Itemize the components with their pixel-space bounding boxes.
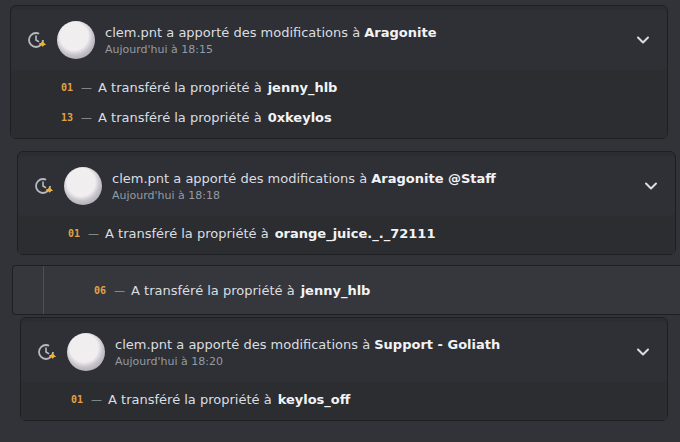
user-avatar[interactable] — [57, 21, 95, 59]
change-row: 01 — A transféré la propriété à jenny_hl… — [11, 72, 667, 102]
chevron-down-icon[interactable] — [633, 30, 653, 50]
entry-time: Aujourd'hui à 18:20 — [115, 355, 633, 368]
audit-entry: clem.pnt a apporté des modifications à A… — [10, 5, 668, 139]
audit-log: clem.pnt a apporté des modifications à A… — [0, 0, 680, 442]
entry-title: clem.pnt a apporté des modifications à A… — [112, 170, 641, 187]
entry-header[interactable]: clem.pnt a apporté des modifications à A… — [11, 10, 667, 70]
entry-header[interactable]: clem.pnt a apporté des modifications à S… — [21, 322, 667, 382]
target-name: Aragonite — [364, 25, 436, 40]
update-icon — [37, 342, 57, 362]
update-icon — [34, 176, 54, 196]
entry-title: clem.pnt a apporté des modifications à A… — [105, 24, 633, 41]
chevron-down-icon[interactable] — [641, 176, 661, 196]
entry-time: Aujourd'hui à 18:15 — [105, 43, 633, 56]
entry-header[interactable]: clem.pnt a apporté des modifications à A… — [18, 156, 675, 216]
target-name: Support - Goliath — [374, 337, 500, 352]
chevron-down-icon[interactable] — [633, 342, 653, 362]
user-name[interactable]: clem.pnt — [115, 337, 172, 352]
update-icon — [27, 30, 47, 50]
change-row: 13 — A transféré la propriété à 0xkeylos — [11, 102, 667, 132]
audit-entry: clem.pnt a apporté des modifications à S… — [20, 317, 668, 421]
target-name: Aragonite @Staff — [371, 171, 496, 186]
user-name[interactable]: clem.pnt — [112, 171, 169, 186]
audit-entry: clem.pnt a apporté des modifications à A… — [17, 151, 676, 255]
user-avatar[interactable] — [64, 167, 102, 205]
entry-title: clem.pnt a apporté des modifications à S… — [115, 336, 633, 353]
user-name[interactable]: clem.pnt — [105, 25, 162, 40]
change-row: 06 — A transféré la propriété à jenny_hl… — [44, 275, 370, 305]
change-strip: 06 — A transféré la propriété à jenny_hl… — [12, 265, 680, 315]
change-row: 01 — A transféré la propriété à keylos_o… — [21, 384, 667, 414]
entry-time: Aujourd'hui à 18:18 — [112, 189, 641, 202]
change-row: 01 — A transféré la propriété à orange_j… — [18, 218, 675, 248]
user-avatar[interactable] — [67, 333, 105, 371]
